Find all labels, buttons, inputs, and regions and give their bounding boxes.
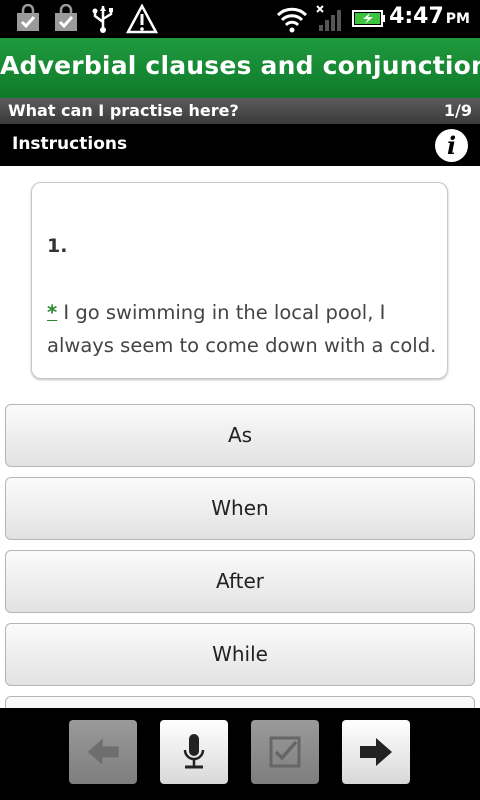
bottom-toolbar: [0, 708, 480, 800]
usb-icon: [92, 6, 113, 33]
microphone-icon: [183, 734, 205, 769]
info-icon-glyph: i: [446, 131, 457, 160]
section-title: What can I practise here?: [8, 101, 239, 120]
question-number: 1.: [47, 235, 68, 257]
shopping-bag-check-icon: [17, 4, 39, 31]
check-answer-button[interactable]: [251, 720, 319, 784]
answer-button-after[interactable]: After: [5, 550, 475, 613]
blank-marker[interactable]: *: [47, 301, 57, 324]
question-card: 1. * I go swimming in the local pool, I …: [31, 182, 448, 379]
forward-arrow-icon: [360, 738, 392, 766]
sub-header[interactable]: What can I practise here? 1/9: [0, 98, 480, 124]
title-bar: Adverbial clauses and conjunctions: [0, 38, 480, 98]
answer-button-as[interactable]: As: [5, 404, 475, 467]
microphone-button[interactable]: [160, 720, 228, 784]
page-title: Adverbial clauses and conjunctions: [0, 51, 480, 80]
instructions-label: Instructions: [12, 134, 128, 154]
answer-button-when[interactable]: When: [5, 477, 475, 540]
back-button[interactable]: [69, 720, 137, 784]
checkbox-icon: [269, 736, 301, 768]
question-sentence: I go swimming in the local pool, I alway…: [47, 301, 437, 357]
back-arrow-icon: [86, 736, 120, 768]
info-icon[interactable]: i: [435, 129, 468, 162]
status-clock: 4:47 PM: [389, 4, 470, 29]
progress-counter: 1/9: [443, 101, 472, 120]
status-bar: 4:47 PM: [0, 0, 480, 38]
warning-icon: [126, 4, 158, 34]
forward-button[interactable]: [342, 720, 410, 784]
shopping-bag-check-icon: [55, 4, 77, 31]
instructions-bar[interactable]: Instructions i: [0, 124, 480, 166]
question-text: * I go swimming in the local pool, I alw…: [47, 296, 442, 362]
battery-charging-icon: [352, 10, 385, 27]
answer-button-while[interactable]: While: [5, 623, 475, 686]
no-signal-icon: [316, 5, 341, 31]
status-ampm: PM: [445, 11, 470, 27]
wifi-icon: [276, 7, 308, 33]
